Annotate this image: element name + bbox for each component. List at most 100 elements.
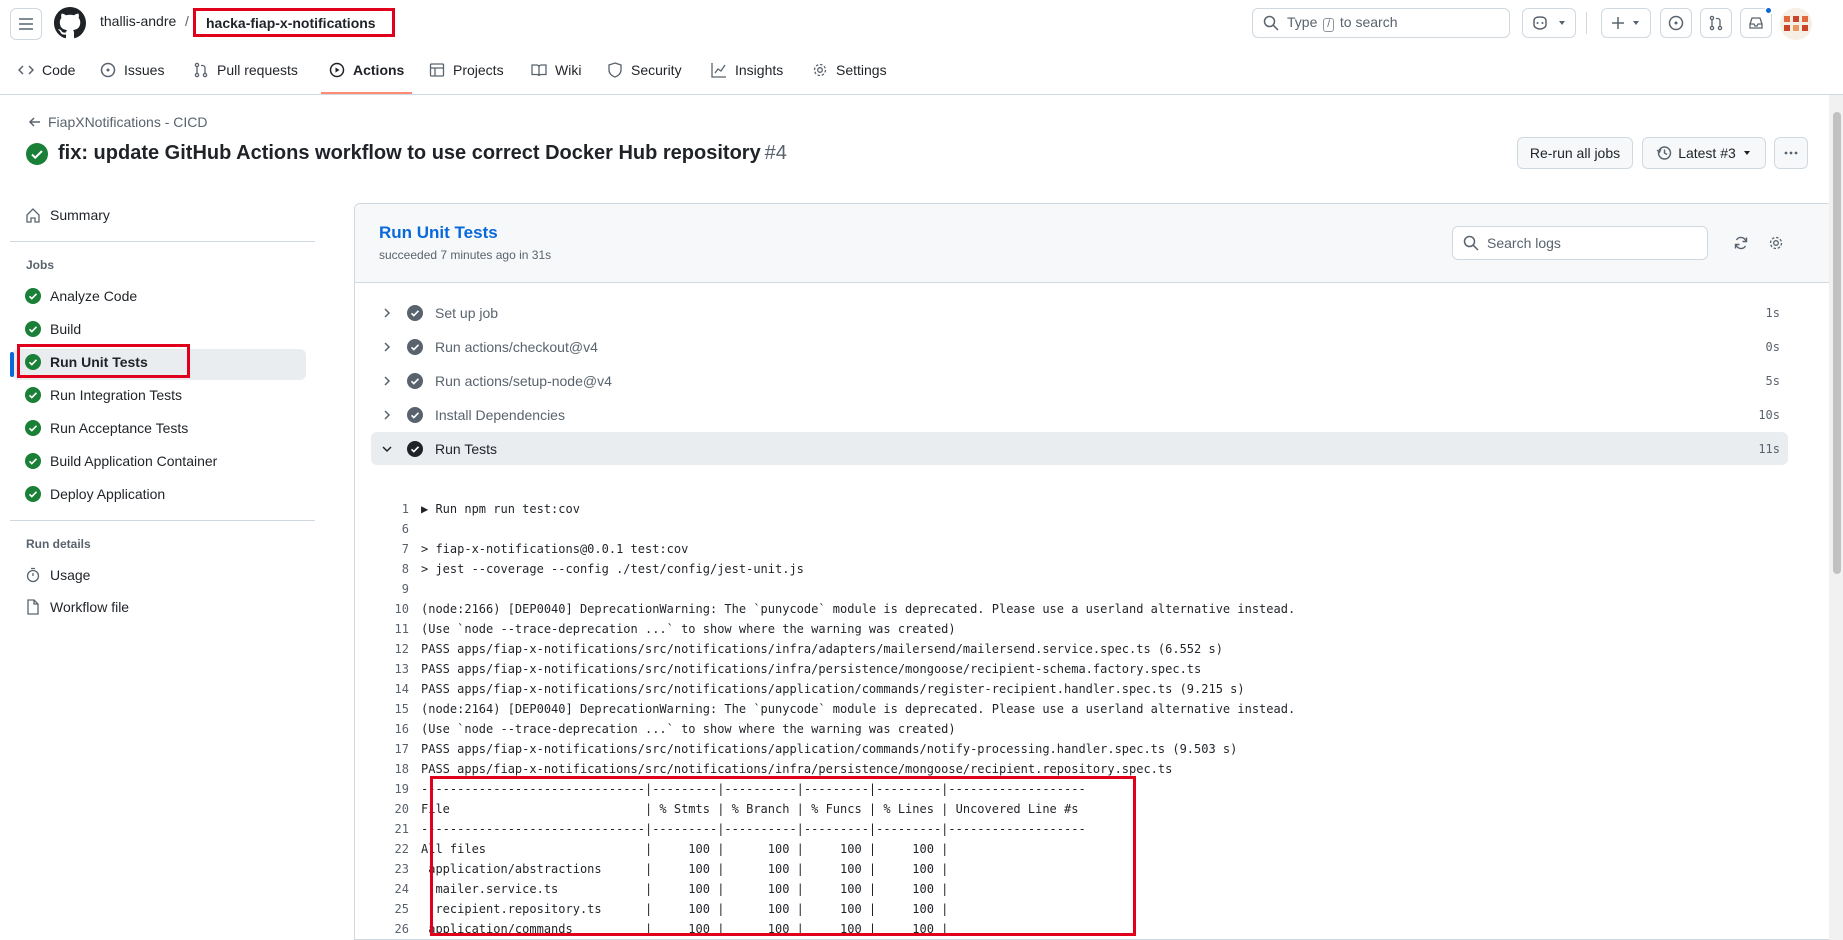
github-logo-icon[interactable] — [54, 7, 86, 39]
log-line-number[interactable]: 8 — [355, 562, 421, 576]
sidebar-workflow-file[interactable]: Workflow file — [25, 599, 129, 615]
run-title-text: fix: update GitHub Actions workflow to u… — [58, 142, 761, 164]
log-line-number[interactable]: 10 — [355, 602, 421, 616]
git-pull-request-icon — [194, 62, 208, 78]
tab-projects[interactable]: Projects — [421, 54, 512, 86]
tab-insights-label: Insights — [735, 62, 784, 78]
tab-pull-requests[interactable]: Pull requests — [185, 54, 306, 86]
check-circle-fill-icon — [25, 453, 41, 469]
sidebar-job-run-integration-tests[interactable]: Run Integration Tests — [25, 387, 182, 403]
page-scrollbar-thumb[interactable] — [1833, 112, 1841, 574]
log-line-number[interactable]: 20 — [355, 802, 421, 816]
sidebar-job-deploy-application[interactable]: Deploy Application — [25, 486, 165, 502]
sidebar-run-details-heading: Run details — [26, 537, 91, 551]
tab-code[interactable]: Code — [10, 54, 83, 86]
job-log-header: Run Unit Tests succeeded 7 minutes ago i… — [355, 204, 1842, 283]
tab-issues[interactable]: Issues — [92, 54, 172, 86]
tab-security[interactable]: Security — [599, 54, 690, 86]
step-row[interactable]: Install Dependencies 10s — [371, 398, 1788, 431]
caret-down-icon — [1559, 21, 1565, 25]
user-avatar[interactable] — [1780, 8, 1812, 40]
log-line-number[interactable]: 19 — [355, 782, 421, 796]
log-line-number[interactable]: 12 — [355, 642, 421, 656]
log-line-number[interactable]: 6 — [355, 522, 421, 536]
log-line-number[interactable]: 13 — [355, 662, 421, 676]
tab-insights[interactable]: Insights — [703, 54, 791, 86]
sidebar-job-label: Build — [50, 321, 82, 337]
check-circle-fill-icon — [26, 142, 48, 165]
step-row-expanded[interactable]: Run Tests 11s — [371, 432, 1788, 465]
log-line-number[interactable]: 18 — [355, 762, 421, 776]
log-line: 8 > jest --coverage --config ./test/confi… — [355, 559, 1842, 579]
rerun-all-jobs-button[interactable]: Re-run all jobs — [1517, 137, 1633, 169]
step-name: Install Dependencies — [435, 406, 565, 423]
log-line-number[interactable]: 22 — [355, 842, 421, 856]
attempt-select-button[interactable]: Latest #3 — [1642, 137, 1766, 169]
log-line-number[interactable]: 24 — [355, 882, 421, 896]
log-settings-button[interactable] — [1761, 228, 1791, 258]
tab-settings[interactable]: Settings — [804, 54, 895, 86]
sidebar-summary-label: Summary — [50, 207, 110, 223]
tab-actions[interactable]: Actions — [321, 54, 412, 86]
sidebar-usage[interactable]: Usage — [25, 567, 90, 583]
log-line: 16 (Use `node --trace-deprecation ...` to… — [355, 719, 1842, 739]
history-icon — [1656, 146, 1672, 160]
global-search-input[interactable]: Type / to search — [1252, 8, 1510, 38]
step-name: Run actions/checkout@v4 — [435, 338, 598, 355]
log-line-number[interactable]: 15 — [355, 702, 421, 716]
sidebar-job-build[interactable]: Build — [25, 321, 81, 337]
log-line-number[interactable]: 1 — [355, 502, 421, 516]
log-line-number[interactable]: 14 — [355, 682, 421, 696]
log-line-number[interactable]: 9 — [355, 582, 421, 596]
sidebar-job-label: Run Integration Tests — [50, 387, 183, 403]
tab-wiki[interactable]: Wiki — [523, 54, 589, 86]
active-tab-indicator — [321, 92, 412, 94]
arrow-left-icon — [28, 117, 40, 127]
sidebar-jobs-heading: Jobs — [26, 258, 55, 272]
log-line: 10 (node:2166) [DEP0040] DeprecationWarni… — [355, 599, 1842, 619]
sidebar-job-analyze-code[interactable]: Analyze Code — [25, 288, 137, 304]
check-circle-fill-icon — [407, 304, 423, 321]
log-line-number[interactable]: 11 — [355, 622, 421, 636]
more-options-button[interactable] — [1774, 137, 1808, 169]
job-name-link[interactable]: Run Unit Tests — [379, 223, 498, 243]
issues-button[interactable] — [1660, 8, 1692, 38]
log-line-text: > jest --coverage --config ./test/config… — [421, 562, 804, 576]
log-line-text: (node:2166) [DEP0040] DeprecationWarning… — [421, 602, 1296, 616]
sidebar-job-label: Deploy Application — [50, 486, 166, 502]
book-icon — [531, 64, 547, 77]
step-duration: 1s — [1765, 305, 1780, 320]
sidebar-job-build-application-container[interactable]: Build Application Container — [25, 453, 217, 469]
log-line-number[interactable]: 26 — [355, 922, 421, 936]
tab-code-label: Code — [42, 62, 76, 78]
check-circle-fill-icon — [407, 372, 423, 389]
step-row[interactable]: Run actions/setup-node@v4 5s — [371, 364, 1788, 397]
log-line-number[interactable]: 16 — [355, 722, 421, 736]
tab-actions-label: Actions — [353, 62, 405, 78]
workflow-name: FiapXNotifications - CICD — [48, 114, 208, 130]
file-icon — [27, 599, 39, 615]
log-search-input[interactable]: Search logs — [1452, 226, 1708, 260]
sidebar-summary[interactable]: Summary — [25, 207, 110, 223]
log-line-number[interactable]: 23 — [355, 862, 421, 876]
sidebar-job-run-acceptance-tests[interactable]: Run Acceptance Tests — [25, 420, 188, 436]
pull-requests-button[interactable] — [1700, 8, 1732, 38]
breadcrumb-owner-link[interactable]: thallis-andre — [100, 13, 176, 29]
breadcrumb-repo-link[interactable]: hacka-fiap-x-notifications — [193, 8, 395, 37]
workflow-back-link[interactable]: FiapXNotifications - CICD — [28, 114, 208, 130]
log-search-placeholder: Search logs — [1487, 235, 1561, 251]
annotation-highlight-box — [430, 776, 1136, 936]
create-new-button[interactable] — [1601, 8, 1651, 38]
step-row[interactable]: Run actions/checkout@v4 0s — [371, 330, 1788, 363]
menu-button[interactable] — [10, 8, 42, 40]
step-row[interactable]: Set up job 1s — [371, 296, 1788, 329]
log-line-number[interactable]: 17 — [355, 742, 421, 756]
tab-projects-label: Projects — [453, 62, 504, 78]
copilot-button[interactable] — [1522, 8, 1576, 38]
log-line-number[interactable]: 21 — [355, 822, 421, 836]
refresh-logs-button[interactable] — [1726, 228, 1756, 258]
log-line-number[interactable]: 7 — [355, 542, 421, 556]
log-line: 11 (Use `node --trace-deprecation ...` to… — [355, 619, 1842, 639]
step-name: Set up job — [435, 304, 499, 321]
log-line-number[interactable]: 25 — [355, 902, 421, 916]
